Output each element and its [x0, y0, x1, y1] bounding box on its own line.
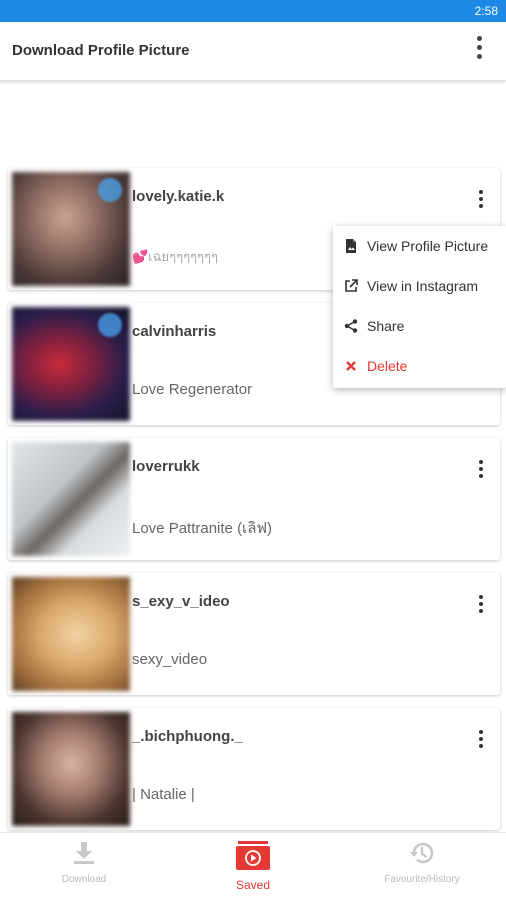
- more-vert-icon[interactable]: [476, 730, 486, 748]
- profile-thumbnail[interactable]: [12, 577, 130, 691]
- profile-username: _.bichphuong._: [132, 728, 243, 745]
- profile-card[interactable]: _.bichphuong._ | Natalie |: [8, 708, 500, 830]
- external-link-icon: [345, 279, 358, 292]
- tab-label: Saved: [235, 878, 271, 892]
- profile-card[interactable]: loverrukk Love Pattranite (เลิฟ): [8, 438, 500, 560]
- profile-full-name: Love Regenerator: [132, 381, 253, 398]
- tab-saved[interactable]: Saved: [169, 839, 337, 899]
- image-file-icon: [346, 239, 356, 253]
- tab-label: Favourite/History: [384, 874, 460, 885]
- tab-favourite-history[interactable]: Favourite/History: [338, 839, 506, 899]
- badge-icon: [98, 313, 122, 337]
- tab-download[interactable]: Download: [0, 839, 168, 899]
- page-title: Download Profile Picture: [12, 42, 190, 59]
- video-play-icon: [236, 841, 270, 870]
- profile-username: lovely.katie.k: [132, 188, 225, 205]
- menu-item-share[interactable]: Share: [343, 314, 404, 338]
- more-vert-icon[interactable]: [476, 190, 486, 208]
- more-vert-icon[interactable]: [474, 36, 484, 59]
- profile-thumbnail[interactable]: [12, 442, 130, 556]
- profile-full-name: sexy_video: [132, 651, 208, 668]
- menu-item-label: View in Instagram: [367, 278, 479, 294]
- share-icon: [344, 319, 358, 333]
- profile-full-name: Love Pattranite (เลิฟ): [132, 520, 272, 537]
- bottom-nav: Download Saved Favourite/History: [0, 832, 506, 901]
- app-bar: Download Profile Picture: [0, 22, 506, 82]
- menu-item-label: View Profile Picture: [367, 238, 489, 254]
- profile-full-name: 💕เฉยๆๆๆๆๆๆๆ: [132, 249, 218, 264]
- status-bar: 2:58: [0, 0, 506, 22]
- profile-full-name: | Natalie |: [132, 786, 195, 803]
- menu-item-label: Share: [367, 318, 405, 334]
- profile-username: loverrukk: [132, 458, 200, 475]
- close-icon: [346, 361, 356, 371]
- context-menu: View Profile Picture View in Instagram S…: [333, 226, 506, 388]
- profile-card[interactable]: s_exy_v_ideo sexy_video: [8, 573, 500, 695]
- profile-thumbnail[interactable]: [12, 712, 130, 826]
- status-time: 2:58: [474, 4, 498, 18]
- profile-username: s_exy_v_ideo: [132, 593, 230, 610]
- tab-label: Download: [61, 874, 107, 885]
- download-icon: [74, 842, 94, 864]
- menu-item-view-in-instagram[interactable]: View in Instagram: [343, 274, 478, 298]
- menu-item-label: Delete: [367, 358, 408, 374]
- badge-icon: [98, 178, 122, 202]
- menu-item-delete[interactable]: Delete: [343, 354, 407, 378]
- more-vert-icon[interactable]: [476, 460, 486, 478]
- profile-username: calvinharris: [132, 323, 217, 340]
- menu-item-view-profile-picture[interactable]: View Profile Picture: [343, 234, 488, 258]
- history-icon: [410, 842, 434, 864]
- more-vert-icon[interactable]: [476, 595, 486, 613]
